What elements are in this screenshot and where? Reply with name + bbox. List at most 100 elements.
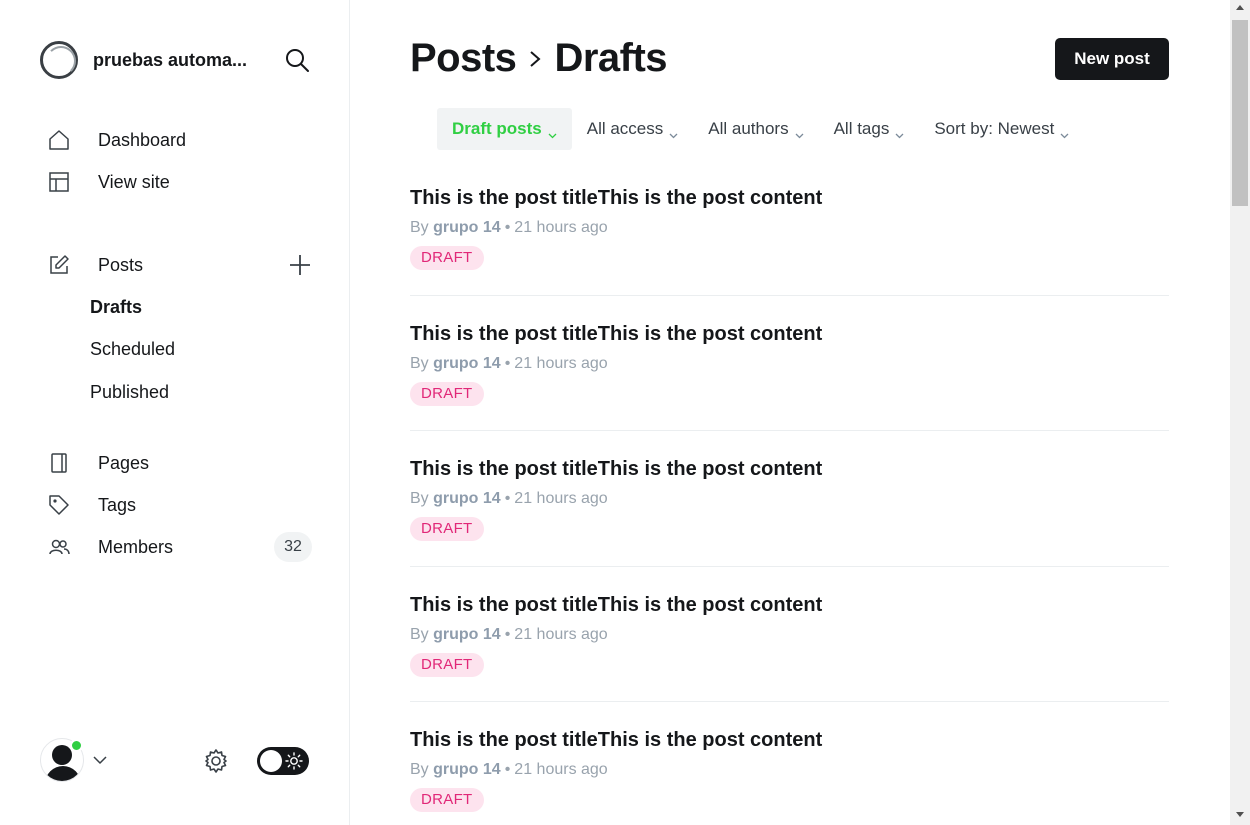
post-time: 21 hours ago [514, 490, 608, 507]
chevron-right-icon [524, 46, 546, 72]
post-author: grupo 14 [433, 761, 501, 778]
sidebar-footer [40, 738, 312, 784]
post-meta: By grupo 14 • 21 hours ago [410, 761, 608, 779]
members-count-badge: 32 [274, 532, 312, 562]
post-title[interactable]: This is the post titleThis is the post c… [410, 729, 822, 752]
sidebar-item-label: Members [98, 536, 174, 557]
separator-dot: • [504, 490, 511, 507]
sidebar-item-tags[interactable]: Tags [40, 484, 312, 526]
sidebar-item-view-site[interactable]: View site [40, 161, 312, 203]
theme-toggle[interactable] [257, 747, 309, 775]
scroll-down-arrow[interactable] [1236, 812, 1244, 817]
online-status-dot [70, 739, 83, 752]
nav-primary: Dashboard View site [40, 119, 312, 203]
filter-label: Sort by: Newest [934, 119, 1055, 138]
filter-dropdown[interactable]: All tags [819, 108, 920, 150]
filter-label: Draft posts [452, 119, 542, 138]
sidebar-item-label: Pages [98, 452, 150, 473]
sidebar-item-label: View site [98, 171, 170, 192]
new-post-button[interactable]: New post [1055, 38, 1169, 80]
sidebar-item-label: Posts [98, 254, 144, 275]
filter-dropdown[interactable]: All authors [693, 108, 818, 150]
site-title[interactable]: pruebas automa... [93, 50, 263, 71]
chevron-down-icon [1060, 125, 1069, 138]
post-title[interactable]: This is the post titleThis is the post c… [410, 458, 822, 481]
filter-label: All access [586, 119, 664, 138]
post-list-item[interactable]: This is the post titleThis is the post c… [410, 431, 1169, 567]
post-author: grupo 14 [433, 354, 501, 372]
page-icon [48, 452, 70, 474]
filter-label: All authors [708, 119, 789, 138]
sidebar-item-posts[interactable]: Posts [40, 244, 312, 286]
separator-dot: • [504, 625, 511, 643]
chevron-down-icon [548, 125, 557, 138]
post-author: grupo 14 [433, 490, 501, 507]
scrollbar[interactable] [1230, 0, 1250, 825]
chevron-down-icon [895, 125, 904, 138]
tag-icon [48, 494, 70, 516]
post-list-item[interactable]: This is the post titleThis is the post c… [410, 296, 1169, 431]
post-list-item[interactable]: This is the post titleThis is the post c… [410, 567, 1169, 702]
post-list: This is the post titleThis is the post c… [410, 160, 1169, 825]
post-list-item[interactable]: This is the post titleThis is the post c… [410, 160, 1169, 296]
add-post-icon[interactable] [288, 253, 312, 277]
chevron-down-icon[interactable] [92, 752, 108, 768]
page-title: Drafts [554, 36, 668, 80]
filter-label: All tags [833, 119, 890, 138]
nav-posts: Posts Drafts Scheduled Published [40, 244, 312, 414]
separator-dot: • [504, 219, 511, 236]
post-title[interactable]: This is the post titleThis is the post c… [410, 594, 822, 617]
sidebar-item-published[interactable]: Published [40, 371, 312, 414]
edit-icon [48, 254, 70, 276]
home-icon [48, 129, 70, 151]
site-logo[interactable] [40, 41, 78, 79]
sidebar-item-label: Dashboard [98, 129, 187, 150]
sidebar-item-pages[interactable]: Pages [40, 442, 312, 484]
filter-dropdown[interactable]: All access [572, 108, 694, 150]
breadcrumb-posts-link[interactable]: Posts [410, 36, 517, 81]
status-badge: DRAFT [410, 788, 484, 812]
breadcrumb: Posts Drafts [410, 36, 668, 81]
post-time: 21 hours ago [514, 219, 608, 236]
post-by-label: By [410, 761, 429, 778]
filter-dropdown[interactable]: Sort by: Newest [919, 108, 1084, 150]
sidebar-item-label: Tags [98, 494, 137, 515]
post-title[interactable]: This is the post titleThis is the post c… [410, 187, 822, 210]
status-badge: DRAFT [410, 246, 484, 270]
post-meta: By grupo 14 • 21 hours ago [410, 626, 608, 644]
main-content: Posts Drafts New post Draft posts All acc… [350, 0, 1230, 825]
site-header: pruebas automa... [40, 40, 310, 80]
sidebar-item-drafts[interactable]: Drafts [40, 286, 312, 329]
post-meta: By grupo 14 • 21 hours ago [410, 219, 608, 237]
separator-dot: • [504, 761, 511, 778]
post-by-label: By [410, 625, 429, 643]
post-by-label: By [410, 490, 429, 507]
sidebar-item-scheduled[interactable]: Scheduled [40, 329, 312, 372]
post-by-label: By [410, 219, 429, 236]
post-time: 21 hours ago [514, 761, 608, 778]
nav-secondary: Pages Tags Members 32 [40, 442, 312, 568]
layout-icon [48, 171, 70, 193]
post-author: grupo 14 [433, 625, 501, 643]
post-time: 21 hours ago [514, 625, 608, 643]
post-meta: By grupo 14 • 21 hours ago [410, 355, 608, 373]
chevron-down-icon [795, 125, 804, 138]
filter-bar: Draft posts All access All authors All tags… [437, 108, 1084, 150]
search-icon[interactable] [284, 47, 310, 73]
post-title[interactable]: This is the post titleThis is the post c… [410, 323, 822, 346]
scroll-up-arrow[interactable] [1236, 5, 1244, 10]
scroll-thumb[interactable] [1232, 20, 1248, 206]
filter-dropdown[interactable]: Draft posts [437, 108, 572, 150]
sidebar-item-dashboard[interactable]: Dashboard [40, 119, 312, 161]
status-badge: DRAFT [410, 381, 484, 406]
sidebar-item-members[interactable]: Members 32 [40, 526, 312, 568]
members-icon [48, 536, 70, 558]
status-badge: DRAFT [410, 652, 484, 677]
post-list-item[interactable]: This is the post titleThis is the post c… [410, 702, 1169, 825]
post-by-label: By [410, 354, 429, 372]
status-badge: DRAFT [410, 517, 484, 541]
post-time: 21 hours ago [514, 354, 608, 372]
gear-icon[interactable] [202, 747, 230, 775]
toggle-knob [260, 750, 282, 772]
sidebar: pruebas automa... Dashboard View site Po… [0, 0, 350, 825]
